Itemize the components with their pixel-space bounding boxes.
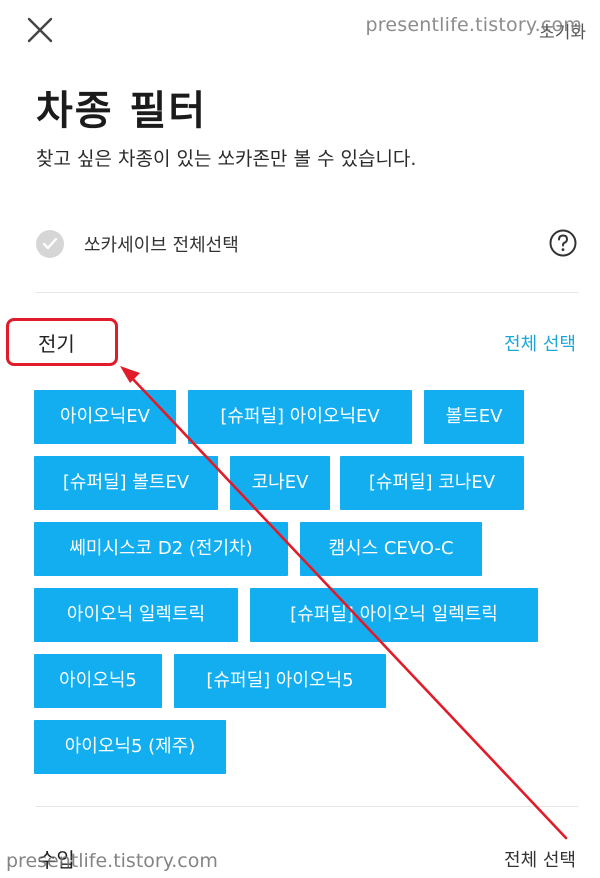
chip-ioniq5[interactable]: 아이오닉5 — [34, 654, 162, 708]
chip-ioniq-ev[interactable]: 아이오닉EV — [34, 390, 176, 444]
divider — [36, 806, 578, 807]
check-icon — [42, 237, 58, 250]
chip-superdeal-ioniq-ev[interactable]: [슈퍼딜] 아이오닉EV — [188, 390, 412, 444]
import-select-all-link[interactable]: 전체 선택 — [504, 846, 576, 872]
close-icon[interactable] — [24, 14, 56, 46]
chip-bolt-ev[interactable]: 볼트EV — [424, 390, 524, 444]
electric-select-all-link[interactable]: 전체 선택 — [504, 330, 576, 356]
page-title: 차종 필터 — [36, 88, 208, 134]
chip-superdeal-ioniq-electric[interactable]: [슈퍼딜] 아이오닉 일렉트릭 — [250, 588, 538, 642]
socar-save-checkbox[interactable] — [36, 230, 64, 258]
watermark-bottom: presentlife.tistory.com — [6, 850, 218, 872]
page-subtitle: 찾고 싶은 차종이 있는 쏘카존만 볼 수 있습니다. — [36, 148, 417, 170]
chip-kona-ev[interactable]: 코나EV — [230, 456, 330, 510]
help-circle-icon[interactable] — [548, 228, 578, 258]
chip-superdeal-ioniq5[interactable]: [슈퍼딜] 아이오닉5 — [174, 654, 386, 708]
socar-save-label: 쏘카세이브 전체선택 — [84, 235, 239, 256]
chip-ioniq-electric[interactable]: 아이오닉 일렉트릭 — [34, 588, 238, 642]
annotation-highlight-box — [6, 318, 118, 366]
chip-superdeal-kona-ev[interactable]: [슈퍼딜] 코나EV — [340, 456, 524, 510]
socar-save-select-all-row[interactable]: 쏘카세이브 전체선택 — [36, 224, 578, 260]
chip-semisisco-d2[interactable]: 쎄미시스코 D2 (전기차) — [34, 522, 288, 576]
divider — [36, 292, 578, 293]
chip-camsys-cevo-c[interactable]: 캠시스 CEVO-C — [300, 522, 482, 576]
watermark-top: presentlife.tistory.com — [365, 14, 582, 36]
chip-superdeal-bolt-ev[interactable]: [슈퍼딜] 볼트EV — [34, 456, 218, 510]
top-bar: 초기화 presentlife.tistory.com — [0, 0, 600, 60]
chip-ioniq5-jeju[interactable]: 아이오닉5 (제주) — [34, 720, 226, 774]
